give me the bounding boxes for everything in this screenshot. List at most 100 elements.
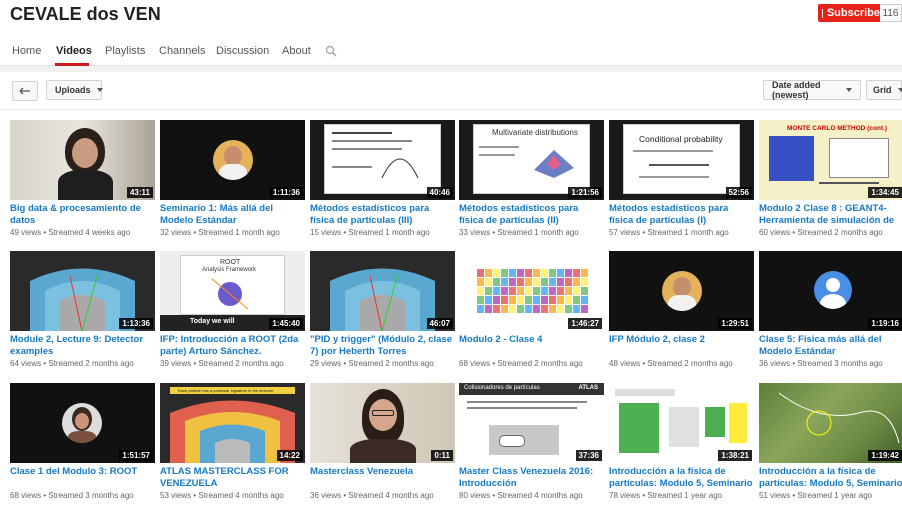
video-title[interactable]: Seminario 1: Más allá del Modelo Estánda… [160, 203, 305, 227]
video-thumbnail[interactable]: 1:51:57 [10, 383, 155, 463]
video-thumbnail[interactable]: 1:38:21 [609, 383, 754, 463]
video-duration: 52:56 [725, 187, 752, 198]
video-duration: 1:51:57 [119, 450, 153, 461]
video-views: 48 views [609, 359, 641, 368]
video-card[interactable]: 1:19:42 Introducción a la física de part… [759, 383, 902, 508]
chevron-down-icon [96, 88, 103, 92]
video-thumbnail[interactable]: Multivariate distributions 1:21:56 [459, 120, 604, 200]
video-thumbnail[interactable]: 1:46:27 [459, 251, 604, 331]
video-title[interactable]: IFP: Introducción a ROOT (2da parte) Art… [160, 334, 305, 358]
tab-discussion[interactable]: Discussion [216, 45, 269, 57]
youtube-logo-icon [822, 8, 830, 18]
video-card[interactable]: 1:38:21 Introducción a la física de part… [609, 383, 754, 508]
video-duration: 1:46:27 [568, 318, 602, 329]
channel-tabs: Home Videos Playlists Channels Discussio… [0, 36, 902, 66]
video-meta: 33 views • Streamed 1 month ago [459, 228, 579, 237]
video-card[interactable]: 0:11 Masterclass Venezuela 36 views • St… [310, 383, 455, 508]
video-card[interactable]: 1:13:36 Module 2, Lecture 9: Detector ex… [10, 251, 155, 376]
video-duration: 1:11:36 [269, 187, 303, 198]
video-time: Streamed 2 months ago [647, 359, 733, 368]
video-duration: 14:22 [276, 450, 303, 461]
video-card[interactable]: 43:11 Big data & procesamiento de datos … [10, 120, 155, 245]
back-button[interactable] [12, 81, 38, 101]
video-title[interactable]: Métodos estadísticos para física de part… [609, 203, 754, 227]
video-thumbnail[interactable]: 40:46 [310, 120, 455, 200]
video-thumbnail[interactable]: 1:13:36 [10, 251, 155, 331]
video-card[interactable]: Colisionadores de partículas ATLAS 37:36… [459, 383, 604, 508]
video-title[interactable]: Introducción a la física de partículas: … [759, 466, 902, 490]
tab-playlists[interactable]: Playlists [105, 45, 145, 57]
video-title[interactable]: Clase 5: Física más allá del Modelo Está… [759, 334, 902, 358]
video-title[interactable]: Clase 1 del Modulo 3: ROOT [10, 466, 155, 490]
uploads-dropdown[interactable]: Uploads [46, 80, 103, 100]
video-time: Streamed 3 months ago [797, 359, 883, 368]
video-meta: 57 views • Streamed 1 month ago [609, 228, 729, 237]
video-meta: 29 views • Streamed 2 months ago [310, 359, 434, 368]
video-views: 60 views [759, 228, 791, 237]
video-views: 68 views [459, 359, 491, 368]
video-duration: 46:07 [426, 318, 453, 329]
video-title[interactable]: Métodos estadísticos para física de part… [310, 203, 455, 227]
video-thumbnail[interactable]: 1:29:51 [609, 251, 754, 331]
video-thumbnail[interactable]: 1:11:36 [160, 120, 305, 200]
subscriber-count: 116 [880, 4, 902, 22]
video-time: Streamed 4 weeks ago [48, 228, 131, 237]
video-title[interactable]: IFP Módulo 2, clase 2 [609, 334, 754, 358]
video-card[interactable]: 1:51:57 Clase 1 del Modulo 3: ROOT 68 vi… [10, 383, 155, 508]
video-thumbnail[interactable]: Colisionadores de partículas ATLAS 37:36 [459, 383, 604, 463]
tab-home[interactable]: Home [12, 45, 41, 57]
video-card[interactable]: 40:46 Métodos estadísticos para física d… [310, 120, 455, 245]
video-time: Streamed 1 month ago [348, 228, 430, 237]
thumb-text: MONTE CARLO METHOD (cont.) [787, 125, 888, 132]
video-title[interactable]: Masterclass Venezuela [310, 466, 455, 490]
video-thumbnail[interactable]: 0:11 [310, 383, 455, 463]
video-card[interactable]: Conditional probability 52:56 Métodos es… [609, 120, 754, 245]
video-thumbnail[interactable]: Each particle has a particular signature… [160, 383, 305, 463]
video-title[interactable]: Modulo 2 Clase 8 : GEANT4- Herramienta d… [759, 203, 902, 227]
video-thumbnail[interactable]: MONTE CARLO METHOD (cont.) 1:34:45 [759, 120, 902, 200]
search-icon[interactable] [325, 45, 337, 57]
video-title[interactable]: ATLAS MASTERCLASS FOR VENEZUELA [160, 466, 305, 490]
view-dropdown[interactable]: Grid [866, 80, 902, 100]
video-card[interactable]: MONTE CARLO METHOD (cont.) 1:34:45 Modul… [759, 120, 902, 245]
video-title[interactable]: Modulo 2 - Clase 4 [459, 334, 604, 358]
video-thumbnail[interactable]: Conditional probability 52:56 [609, 120, 754, 200]
video-card[interactable]: Each particle has a particular signature… [160, 383, 305, 508]
video-views: 29 views [310, 359, 342, 368]
video-card[interactable]: 1:11:36 Seminario 1: Más allá del Modelo… [160, 120, 305, 245]
video-title[interactable]: Big data & procesamiento de datos [10, 203, 155, 227]
video-duration: 1:13:36 [119, 318, 153, 329]
video-card[interactable]: 1:19:16 Clase 5: Física más allá del Mod… [759, 251, 902, 376]
video-card[interactable]: 1:29:51 IFP Módulo 2, clase 2 48 views •… [609, 251, 754, 376]
video-thumbnail[interactable]: 1:19:16 [759, 251, 902, 331]
tab-videos[interactable]: Videos [56, 45, 92, 57]
video-thumbnail[interactable]: ROOT Analysis Framework Today we will 1:… [160, 251, 305, 331]
video-meta: 32 views • Streamed 1 month ago [160, 228, 280, 237]
tab-channels[interactable]: Channels [159, 45, 205, 57]
video-meta: 15 views • Streamed 1 month ago [310, 228, 430, 237]
video-time: Streamed 2 months ago [48, 359, 134, 368]
video-thumbnail[interactable]: 46:07 [310, 251, 455, 331]
video-card[interactable]: 46:07 "PID y trigger" (Módulo 2, clase 7… [310, 251, 455, 376]
tab-about[interactable]: About [282, 45, 311, 57]
subscribe-button[interactable]: Subscribe [818, 4, 880, 22]
video-duration: 1:38:21 [718, 450, 752, 461]
video-time: Streamed 1 month ago [198, 228, 280, 237]
thumb-text: Multivariate distributions [492, 128, 578, 137]
video-title[interactable]: Module 2, Lecture 9: Detector examples [10, 334, 155, 358]
sort-dropdown[interactable]: Date added (newest) [763, 80, 861, 100]
video-title[interactable]: "PID y trigger" (Módulo 2, clase 7) por … [310, 334, 455, 358]
video-title[interactable]: Introducción a la física de partículas: … [609, 466, 754, 490]
video-duration: 1:19:42 [868, 450, 902, 461]
video-thumbnail[interactable]: 1:19:42 [759, 383, 902, 463]
video-title[interactable]: Métodos estadísticos para física de part… [459, 203, 604, 227]
video-card[interactable]: 1:46:27 Modulo 2 - Clase 4 68 views • St… [459, 251, 604, 376]
thumb-text: Analysis Framework [202, 267, 257, 273]
video-thumbnail[interactable]: 43:11 [10, 120, 155, 200]
video-meta: 60 views • Streamed 2 months ago [759, 228, 883, 237]
video-card[interactable]: ROOT Analysis Framework Today we will 1:… [160, 251, 305, 376]
video-title[interactable]: Master Class Venezuela 2016: Introducció… [459, 466, 604, 490]
video-card[interactable]: Multivariate distributions 1:21:56 Métod… [459, 120, 604, 245]
video-meta: 68 views • Streamed 2 months ago [459, 359, 583, 368]
video-meta: 48 views • Streamed 2 months ago [609, 359, 733, 368]
